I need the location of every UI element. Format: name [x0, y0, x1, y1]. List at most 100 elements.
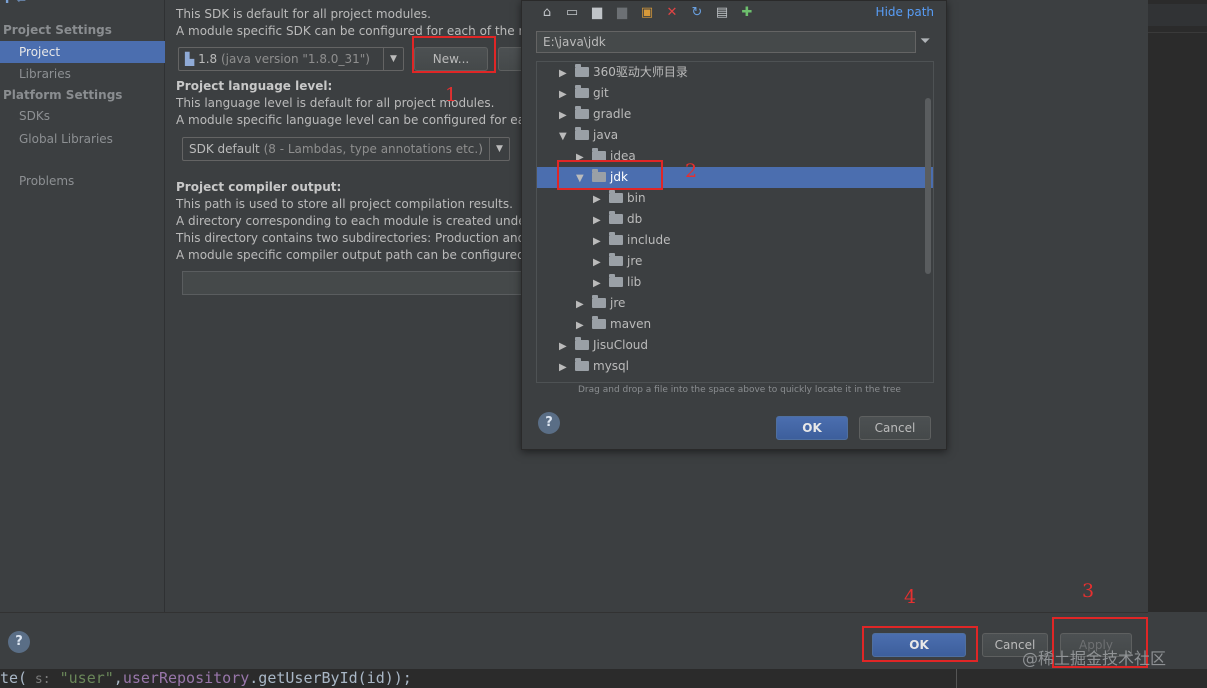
expand-arrow-right-icon[interactable]: ▶	[593, 273, 603, 294]
help-icon[interactable]: ?	[538, 412, 560, 434]
tree-item[interactable]: ▶ jre	[537, 251, 933, 272]
folder-icon	[575, 127, 589, 140]
tree-item[interactable]: ▶ lib	[537, 272, 933, 293]
delete-icon[interactable]: ✕	[663, 4, 681, 22]
annotation-number-1: 1	[445, 84, 458, 106]
path-input[interactable]: E:\java\jdk	[536, 31, 916, 53]
folder-icon	[609, 190, 623, 203]
folder-icon	[575, 64, 589, 77]
expand-arrow-right-icon[interactable]: ▶	[576, 294, 586, 315]
hide-path-link[interactable]: Hide path	[876, 5, 934, 19]
expand-arrow-right-icon[interactable]: ▶	[559, 84, 569, 105]
compiler-output-title: Project compiler output:	[176, 180, 342, 194]
expand-arrow-right-icon[interactable]: ▶	[593, 231, 603, 252]
folder-icon	[575, 106, 589, 119]
tree-item[interactable]: ▶ JisuCloud	[537, 335, 933, 356]
settings-sidebar: ✚ ⇦ Project Settings Project Libraries P…	[0, 0, 165, 612]
language-level-select[interactable]: SDK default (8 - Lambdas, type annotatio…	[182, 137, 510, 161]
new-folder-icon[interactable]: ▣	[638, 4, 656, 22]
annotation-box-2	[557, 160, 663, 190]
folder-icon	[575, 358, 589, 371]
show-hidden-icon[interactable]: ▤	[713, 4, 731, 22]
tree-item[interactable]: ▶ maven	[537, 314, 933, 335]
expand-arrow-right-icon[interactable]: ▶	[576, 315, 586, 336]
compiler-output-description-2: A directory corresponding to each module…	[176, 214, 531, 228]
expand-arrow-right-icon[interactable]: ▶	[593, 189, 603, 210]
annotation-box-4	[862, 626, 978, 662]
sdk-select-detail: (java version "1.8.0_31")	[220, 52, 370, 66]
editor-right-margin	[956, 669, 957, 688]
refresh-icon[interactable]: ↻	[688, 4, 706, 22]
folder-icon	[609, 211, 623, 224]
sdk-description-1: This SDK is default for all project modu…	[176, 7, 431, 21]
tree-item-label: lib	[627, 275, 642, 289]
file-tree[interactable]: ▶ 360驱动大师目录 ▶ git ▶ gradle ▼ java ▶ idea ▼ jdk ▶ bin ▶…	[536, 61, 934, 383]
compiler-output-description-3: This directory contains two subdirectori…	[176, 231, 537, 245]
tree-item-label: gradle	[593, 107, 632, 121]
folder-icon	[575, 85, 589, 98]
help-icon[interactable]: ?	[8, 631, 30, 653]
expand-arrow-right-icon[interactable]: ▶	[559, 357, 569, 378]
watermark-text: @稀土掘金技术社区	[1022, 649, 1167, 668]
editor-background	[1148, 0, 1207, 612]
annotation-box-1	[412, 36, 496, 73]
nav-arrows-icon[interactable]: ✚ ⇦	[2, 0, 26, 6]
tree-item[interactable]: ▶ bin	[537, 188, 933, 209]
tree-scrollbar[interactable]	[925, 98, 931, 274]
chevron-down-icon[interactable]: ▼	[383, 48, 403, 70]
project-sdk-select[interactable]: ▙ 1.8 (java version "1.8.0_31") ▼	[178, 47, 404, 71]
compiler-output-description-1: This path is used to store all project c…	[176, 197, 513, 211]
sidebar-item-sdks[interactable]: SDKs	[0, 105, 165, 127]
expand-arrow-right-icon[interactable]: ▶	[559, 63, 569, 84]
history-icon[interactable]: ⏷	[920, 34, 934, 50]
folder-icon	[609, 274, 623, 287]
tree-item[interactable]: ▶ include	[537, 230, 933, 251]
ide-window: ✚ ⇦ Project Settings Project Libraries P…	[0, 0, 1207, 688]
editor-code-line: te( s: "user",userRepository.getUserById…	[0, 669, 1207, 688]
compiler-output-description-4: A module specific compiler output path c…	[176, 248, 525, 262]
tree-item[interactable]: ▼ java	[537, 125, 933, 146]
folder-icon	[575, 337, 589, 350]
tree-item-label: maven	[610, 317, 652, 331]
dialog-ok-button[interactable]: OK	[776, 416, 848, 440]
drag-drop-hint: Drag and drop a file into the space abov…	[578, 385, 901, 395]
chevron-down-icon[interactable]: ▼	[489, 138, 509, 160]
expand-arrow-right-icon[interactable]: ▶	[559, 336, 569, 357]
expand-tree-icon[interactable]: ✚	[738, 4, 756, 22]
tree-item-label: bin	[627, 191, 646, 205]
tree-item-label: jre	[627, 254, 643, 268]
tree-item-label: git	[593, 86, 609, 100]
folder-icon	[592, 295, 606, 308]
project-folder-icon[interactable]: ▆	[588, 4, 606, 22]
tree-item[interactable]: ▶ 360驱动大师目录	[537, 62, 933, 83]
sdk-select-value: 1.8	[198, 52, 218, 66]
language-level-title: Project language level:	[176, 79, 333, 93]
tree-item[interactable]: ▶ gradle	[537, 104, 933, 125]
annotation-number-4: 4	[904, 586, 917, 608]
code-prefix: te(	[0, 669, 28, 687]
sidebar-item-global-libraries[interactable]: Global Libraries	[0, 128, 165, 150]
module-folder-icon[interactable]: ▆	[613, 4, 631, 22]
tree-item-label: 360驱动大师目录	[593, 65, 688, 79]
sidebar-item-project[interactable]: Project	[0, 41, 165, 63]
expand-arrow-down-icon[interactable]: ▼	[559, 126, 569, 147]
annotation-number-3: 3	[1082, 580, 1095, 602]
code-string: "user"	[50, 669, 114, 687]
expand-arrow-right-icon[interactable]: ▶	[559, 105, 569, 126]
home-icon[interactable]: ⌂	[538, 4, 556, 22]
expand-arrow-right-icon[interactable]: ▶	[593, 210, 603, 231]
expand-arrow-right-icon[interactable]: ▶	[593, 252, 603, 273]
select-jdk-home-dialog: ⌂ ▭ ▆ ▆ ▣ ✕ ↻ ▤ ✚ Hide path E:\java\jdk …	[521, 0, 947, 450]
tree-item-label: include	[627, 233, 671, 247]
sidebar-item-libraries[interactable]: Libraries	[0, 63, 165, 85]
tree-item[interactable]: ▶ git	[537, 83, 933, 104]
tree-item[interactable]: ▶ mysql	[537, 356, 933, 377]
language-level-value: SDK default	[189, 142, 260, 156]
compiler-output-path-field[interactable]	[182, 271, 522, 295]
tree-item[interactable]: ▶ db	[537, 209, 933, 230]
tree-item[interactable]: ▶ jre	[537, 293, 933, 314]
editor-tab-strip	[1148, 4, 1207, 26]
sidebar-item-problems[interactable]: Problems	[0, 170, 165, 192]
dialog-cancel-button[interactable]: Cancel	[859, 416, 931, 440]
desktop-icon[interactable]: ▭	[563, 4, 581, 22]
